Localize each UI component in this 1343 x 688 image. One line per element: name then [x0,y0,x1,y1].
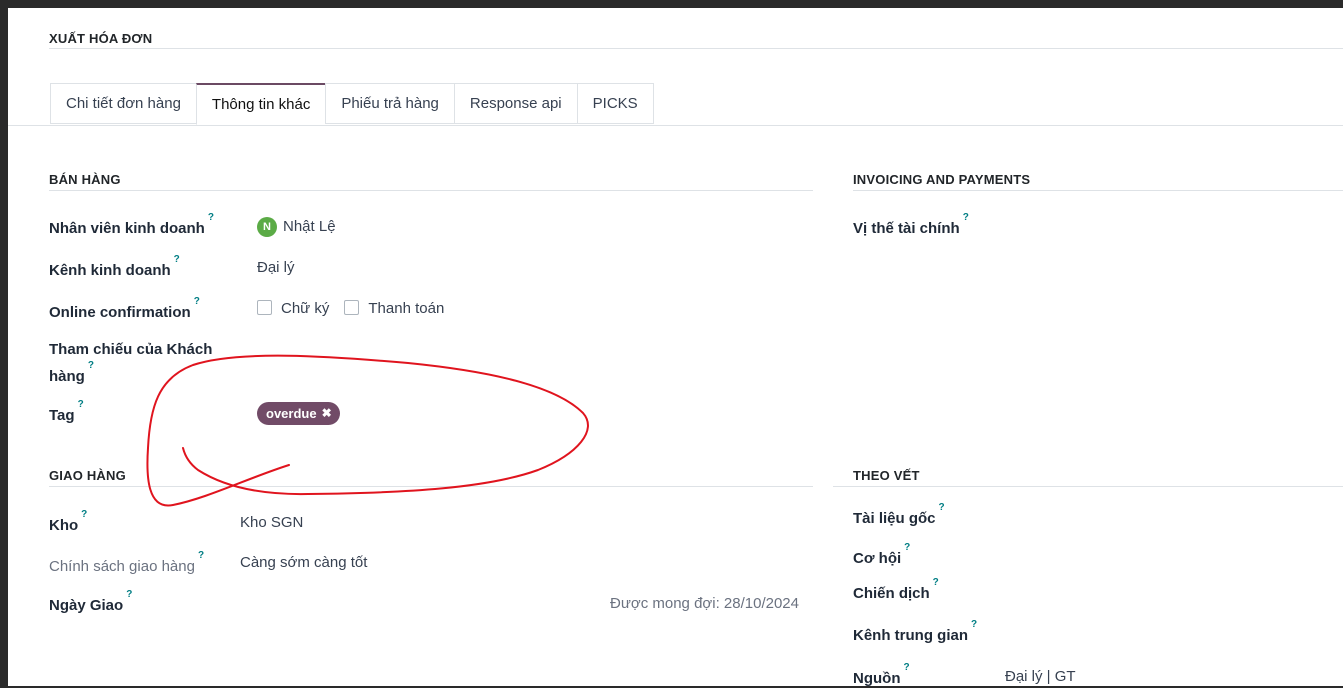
help-icon[interactable]: ? [88,360,94,371]
help-icon[interactable]: ? [971,619,977,630]
warehouse-label: Kho? [49,509,88,534]
shipping-policy-value[interactable]: Càng sớm càng tốt [240,551,367,574]
online-confirmation-label: Online confirmation? [49,296,200,321]
sales-divider [49,190,813,191]
invoicing-divider [853,190,1343,191]
tab-picks[interactable]: PICKS [576,83,654,124]
help-icon[interactable]: ? [198,550,204,561]
customer-reference-label: Tham chiếu của Khách hàng? [49,341,213,385]
tag-remove-icon[interactable]: ✖ [322,402,332,425]
tab-order-details[interactable]: Chi tiết đơn hàng [50,83,196,124]
tracking-divider [833,486,1343,487]
help-icon[interactable]: ? [963,212,969,223]
tabs-baseline [8,125,1343,126]
section-divider [49,48,1343,49]
payment-checkbox-label: Thanh toán [368,300,445,317]
sales-channel-value[interactable]: Đại lý [257,256,295,279]
notebook-tabs: Chi tiết đơn hàng Thông tin khác Phiếu t… [50,83,654,125]
tracking-heading: THEO VẾT [853,468,920,483]
tab-other-info[interactable]: Thông tin khác [195,83,326,125]
help-icon[interactable]: ? [194,296,200,307]
delivery-divider [49,486,813,487]
tab-response-api[interactable]: Response api [453,83,577,124]
signature-checkbox[interactable] [257,299,272,315]
help-icon[interactable]: ? [208,212,214,223]
help-icon[interactable]: ? [903,662,909,673]
fiscal-position-label: Vị thế tài chính? [853,212,969,237]
source-label: Nguồn? [853,662,910,686]
help-icon[interactable]: ? [933,577,939,588]
help-icon[interactable]: ? [81,509,87,520]
expected-date: Được mong đợi: 28/10/2024 [610,595,799,612]
salesperson-field[interactable]: N Nhật Lệ [257,215,336,238]
tag-badge: overdue ✖ [257,402,340,425]
online-confirmation-options: Chữ ký Thanh toán [257,297,444,320]
form-sheet: XUẤT HÓA ĐƠN Chi tiết đơn hàng Thông tin… [8,8,1343,686]
sales-channel-label: Kênh kinh doanh? [49,254,180,279]
source-value[interactable]: Đại lý | GT [1005,665,1076,686]
help-icon[interactable]: ? [904,542,910,553]
invoicing-heading: INVOICING AND PAYMENTS [853,172,1031,187]
tag-text: overdue [266,406,317,421]
signature-checkbox-label: Chữ ký [281,300,330,317]
shipping-policy-label: Chính sách giao hàng? [49,550,205,575]
opportunity-label: Cơ hội? [853,542,911,567]
source-document-label: Tài liệu gốc? [853,502,945,527]
sales-heading: BÁN HÀNG [49,172,121,187]
tab-return-slip[interactable]: Phiếu trả hàng [325,83,454,124]
help-icon[interactable]: ? [174,254,180,265]
help-icon[interactable]: ? [126,589,132,600]
salesperson-value: Nhật Lệ [283,218,336,235]
invoice-section-title: XUẤT HÓA ĐƠN [49,31,153,46]
payment-checkbox[interactable] [344,299,360,315]
delivery-heading: GIAO HÀNG [49,468,126,483]
help-icon[interactable]: ? [78,399,84,410]
help-icon[interactable]: ? [939,502,945,513]
warehouse-value[interactable]: Kho SGN [240,511,303,534]
delivery-date-label: Ngày Giao? [49,589,133,614]
medium-label: Kênh trung gian? [853,619,978,644]
salesperson-label: Nhân viên kinh doanh? [49,212,214,237]
campaign-label: Chiến dịch? [853,577,939,602]
tag-label: Tag? [49,399,84,424]
avatar: N [257,217,277,238]
